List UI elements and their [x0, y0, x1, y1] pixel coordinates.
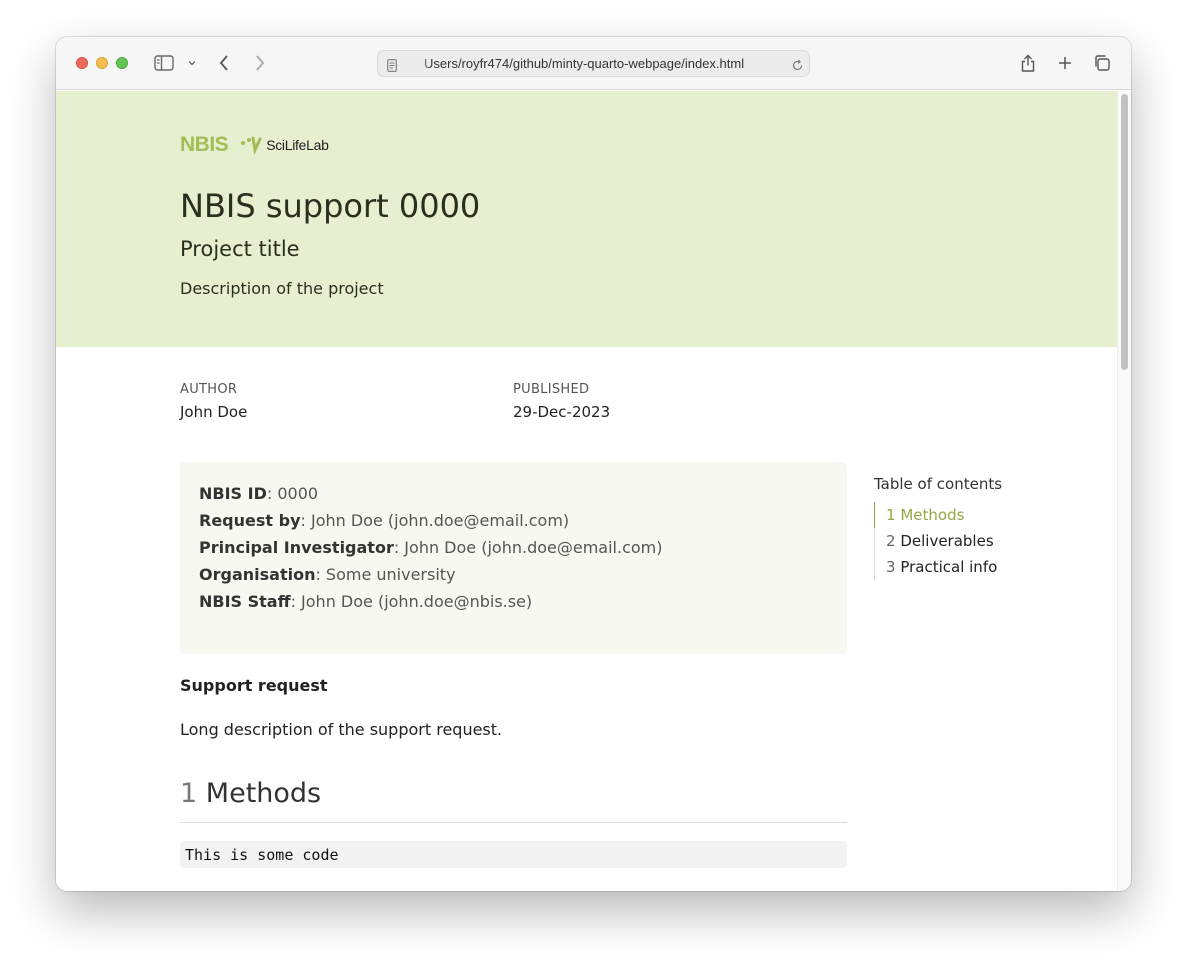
info-value: : John Doe (john.doe@email.com) [393, 538, 663, 557]
toc-item-deliverables[interactable]: 2 Deliverables [875, 528, 1002, 554]
toc-label: Methods [900, 506, 965, 524]
info-value: : 0000 [266, 484, 319, 503]
tab-overview-icon[interactable] [1092, 52, 1112, 74]
section-title: Methods [205, 778, 322, 809]
toc-item-methods[interactable]: 1 Methods [874, 502, 1002, 528]
close-window-button[interactable] [76, 57, 88, 69]
share-icon[interactable] [1018, 52, 1038, 74]
page-subtitle: Project title [180, 237, 300, 261]
info-value: : John Doe (john.doe@nbis.se) [290, 592, 533, 611]
vertical-scrollbar[interactable] [1117, 91, 1131, 891]
back-arrow-icon[interactable] [216, 52, 232, 74]
author-value: John Doe [180, 403, 248, 421]
section-heading-methods: 1 Methods [180, 778, 321, 809]
nbis-logo: NBIS [180, 133, 229, 156]
toc-title: Table of contents [874, 475, 1003, 493]
project-info-callout: NBIS ID: 0000 Request by: John Doe (john… [180, 462, 847, 654]
info-label: Organisation [199, 565, 316, 584]
address-bar[interactable]: Users/royfr474/github/minty-quarto-webpa… [377, 50, 810, 77]
heading-divider [180, 822, 847, 823]
info-row-nbis-id: NBIS ID: 0000 [199, 480, 828, 507]
page-title: NBIS support 0000 [180, 187, 481, 225]
section-number: 1 [180, 778, 198, 809]
info-label: NBIS ID [199, 484, 267, 503]
toc-number: 1 [886, 506, 896, 524]
info-value: : John Doe (john.doe@email.com) [300, 511, 570, 530]
support-request-text: Long description of the support request. [180, 720, 503, 739]
toc-number: 2 [886, 532, 896, 550]
code-block: This is some code [180, 841, 847, 868]
chevron-down-icon[interactable] [186, 52, 198, 74]
scrollbar-thumb[interactable] [1121, 94, 1128, 370]
info-row-principal-investigator: Principal Investigator: John Doe (john.d… [199, 534, 828, 561]
browser-window: Users/royfr474/github/minty-quarto-webpa… [56, 37, 1131, 891]
info-row-request-by: Request by: John Doe (john.doe@email.com… [199, 507, 828, 534]
info-value: : Some university [315, 565, 456, 584]
info-label: NBIS Staff [199, 592, 291, 611]
reload-icon[interactable] [790, 54, 804, 76]
toc-label: Deliverables [900, 532, 994, 550]
page-icon [386, 54, 398, 76]
toc-list: 1 Methods 2 Deliverables 3 Practical inf… [874, 502, 1002, 580]
info-row-organisation: Organisation: Some university [199, 561, 828, 588]
scilifelab-logo: SciLifeLab [240, 136, 329, 154]
info-label: Principal Investigator [199, 538, 394, 557]
page-viewport: NBIS SciLifeLab NBIS support 0000 Projec… [56, 91, 1117, 891]
page-description: Description of the project [180, 279, 384, 298]
author-label: AUTHOR [180, 382, 238, 397]
info-label: Request by [199, 511, 301, 530]
published-value: 29-Dec-2023 [513, 403, 611, 421]
scilifelab-mark-icon [241, 136, 262, 154]
table-of-contents: Table of contents 1 Methods 2 Deliverabl… [874, 475, 1002, 580]
published-label: PUBLISHED [513, 382, 590, 397]
toc-item-practical-info[interactable]: 3 Practical info [875, 554, 1002, 580]
browser-toolbar: Users/royfr474/github/minty-quarto-webpa… [56, 37, 1131, 90]
new-tab-icon[interactable] [1055, 52, 1075, 74]
forward-arrow-icon[interactable] [252, 52, 268, 74]
title-banner: NBIS SciLifeLab NBIS support 0000 Projec… [56, 91, 1117, 347]
scilifelab-logo-text: SciLifeLab [266, 137, 329, 153]
toc-label: Practical info [900, 558, 998, 576]
zoom-window-button[interactable] [116, 57, 128, 69]
info-row-nbis-staff: NBIS Staff: John Doe (john.doe@nbis.se) [199, 588, 828, 615]
logo: NBIS SciLifeLab [180, 133, 329, 157]
minimize-window-button[interactable] [96, 57, 108, 69]
toc-number: 3 [886, 558, 896, 576]
url-text: Users/royfr474/github/minty-quarto-webpa… [415, 56, 745, 72]
support-request-heading: Support request [180, 676, 328, 695]
sidebar-toggle-icon[interactable] [153, 52, 175, 74]
